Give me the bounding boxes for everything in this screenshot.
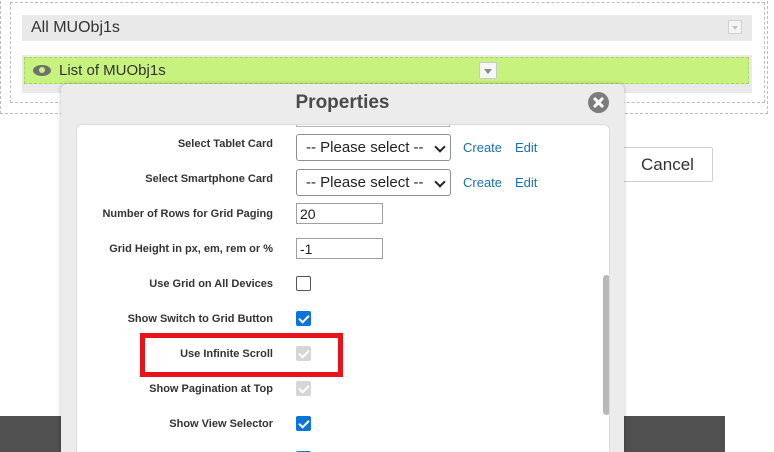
tablet-card-create-link[interactable]: Create [463,140,502,155]
list-component-bar[interactable]: List of MUObj1s [24,57,749,84]
grid-height-input[interactable] [296,238,383,259]
rows-per-page-input[interactable] [296,203,383,224]
cancel-button[interactable]: Cancel [622,147,713,182]
switch-to-grid-checkbox[interactable] [296,311,311,326]
properties-dialog: Properties Select Tablet Card -- Please … [61,84,624,452]
dialog-content[interactable]: Select Tablet Card -- Please select -- C… [76,124,610,452]
chevron-down-icon [434,141,446,153]
chevron-down-icon [434,176,446,188]
highlight-box [140,333,343,377]
smartphone-card-select-value: -- Please select -- [306,174,424,191]
section-header[interactable]: All MUObj1s [22,15,752,41]
tablet-card-select-value: -- Please select -- [306,139,424,156]
smartphone-card-create-link[interactable]: Create [463,175,502,190]
list-title: List of MUObj1s [59,62,166,79]
section-body-strip [22,41,752,55]
previous-field-stub [296,125,450,127]
smartphone-card-select[interactable]: -- Please select -- [296,169,451,196]
tablet-card-select[interactable]: -- Please select -- [296,134,451,161]
smartphone-card-label: Select Smartphone Card [145,173,273,185]
grid-all-devices-label: Use Grid on All Devices [149,278,273,290]
view-selector-label: Show View Selector [169,418,273,430]
view-selector-checkbox[interactable] [296,416,311,431]
tablet-card-label: Select Tablet Card [177,138,273,150]
section-collapse-icon[interactable] [728,20,742,34]
pagination-top-label: Show Pagination at Top [149,383,273,395]
chevron-down-icon[interactable] [479,62,497,79]
tablet-card-edit-link[interactable]: Edit [515,140,537,155]
screen: All MUObj1s List of MUObj1s Cancel Prope… [0,0,774,452]
close-icon[interactable] [588,92,609,113]
smartphone-card-edit-link[interactable]: Edit [515,175,537,190]
scrollbar-thumb[interactable] [603,275,609,415]
pagination-top-checkbox[interactable] [296,381,311,396]
switch-to-grid-label: Show Switch to Grid Button [127,313,273,325]
eye-icon[interactable] [33,65,51,76]
grid-all-devices-checkbox[interactable] [296,276,311,291]
section-title: All MUObj1s [31,19,120,36]
dialog-title: Properties [295,92,390,113]
grid-height-label: Grid Height in px, em, rem or % [109,243,273,255]
rows-per-page-label: Number of Rows for Grid Paging [102,208,273,220]
